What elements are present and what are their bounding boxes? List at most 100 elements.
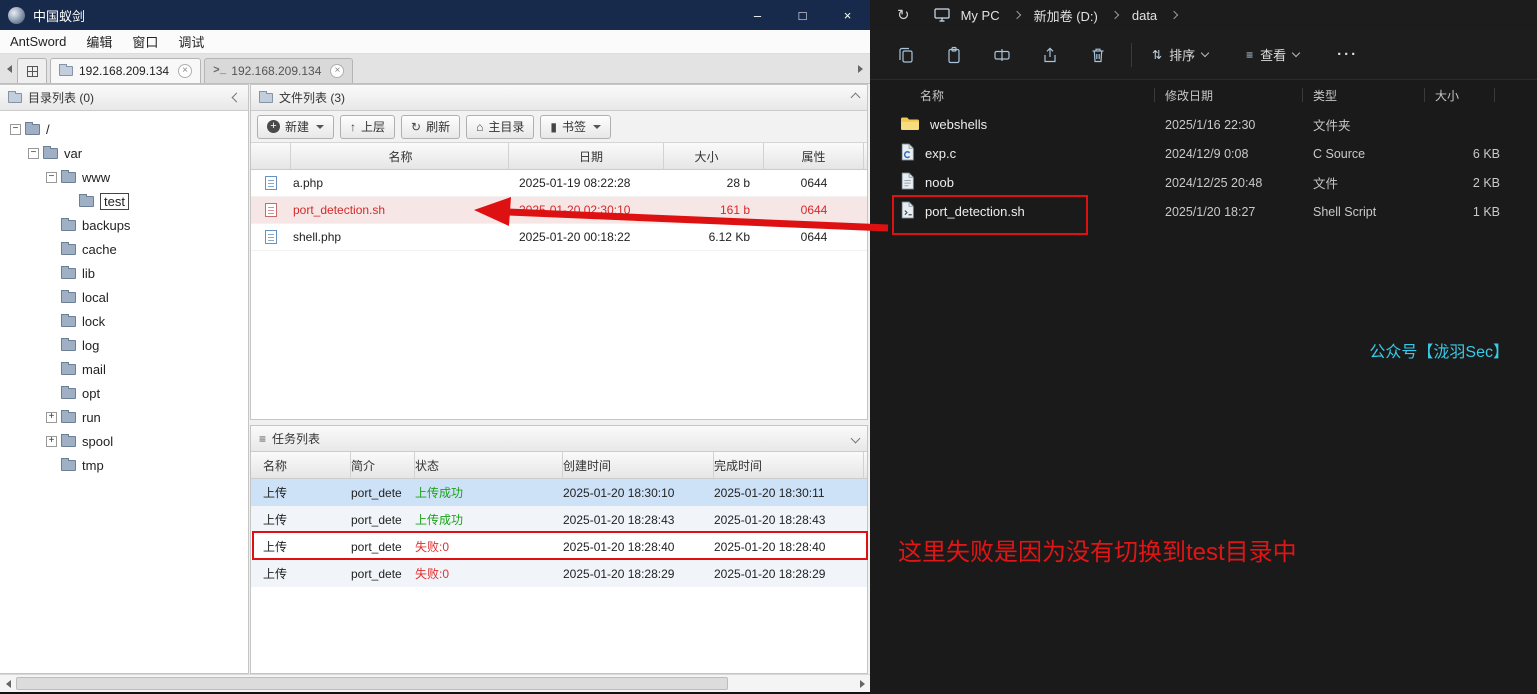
task-column-brief[interactable]: 简介 bbox=[351, 452, 415, 478]
shell-script-file-icon bbox=[900, 201, 915, 222]
paste-icon[interactable] bbox=[945, 46, 963, 64]
file-cell-date: 2025-01-19 08:22:28 bbox=[519, 176, 631, 190]
tree-item-backups[interactable]: backups bbox=[2, 213, 246, 237]
tree-item-www[interactable]: − www bbox=[2, 165, 246, 189]
task-row[interactable]: 上传 port_dete 上传成功 2025-01-20 18:30:10 20… bbox=[251, 479, 867, 506]
tab-close-icon[interactable]: × bbox=[330, 64, 345, 78]
refresh-icon[interactable]: ↻ bbox=[897, 6, 910, 24]
tree-item-var[interactable]: − var bbox=[2, 141, 246, 165]
task-row[interactable]: 上传 port_dete 上传成功 2025-01-20 18:28:43 20… bbox=[251, 506, 867, 533]
tree-item-lib[interactable]: lib bbox=[2, 261, 246, 285]
tree-item-run[interactable]: + run bbox=[2, 405, 246, 429]
tree-item-lock[interactable]: lock bbox=[2, 309, 246, 333]
home-directory-button[interactable]: ⌂ 主目录 bbox=[466, 114, 535, 139]
menu-item-edit[interactable]: 编辑 bbox=[76, 32, 122, 51]
folder-icon bbox=[25, 121, 40, 135]
tab-scroll-left-button[interactable] bbox=[2, 55, 17, 83]
task-column-finished[interactable]: 完成时间 bbox=[714, 452, 864, 478]
task-cell-brief: port_dete bbox=[351, 485, 402, 500]
more-options-button[interactable]: ··· bbox=[1337, 46, 1358, 63]
file-panel-header[interactable]: 文件列表 (3) bbox=[251, 85, 867, 111]
file-column-attr[interactable]: 属性 bbox=[764, 143, 864, 169]
scroll-right-button[interactable] bbox=[854, 675, 870, 693]
up-level-button[interactable]: ↑ 上层 bbox=[340, 114, 396, 139]
file-row-port-detection-sh[interactable]: port_detection.sh 2025-01-20 02:30:10 16… bbox=[251, 197, 867, 224]
task-cell-status: 失败:0 bbox=[415, 540, 450, 554]
task-column-status[interactable]: 状态 bbox=[415, 452, 563, 478]
tree-item-cache[interactable]: cache bbox=[2, 237, 246, 261]
file-column-date[interactable]: 日期 bbox=[509, 143, 664, 169]
explorer-row-noob[interactable]: noob 2024/12/25 20:48 文件 2 KB bbox=[870, 168, 1537, 197]
file-column-icon-header[interactable] bbox=[251, 143, 291, 169]
collapse-toggle-icon[interactable]: − bbox=[28, 147, 39, 159]
file-cell-icon bbox=[251, 203, 291, 217]
breadcrumb-my-pc[interactable]: My PC bbox=[959, 8, 1002, 23]
explorer-column-size[interactable]: 大小 bbox=[1435, 80, 1505, 110]
tree-item-log[interactable]: log bbox=[2, 333, 246, 357]
explorer-column-name[interactable]: 名称 bbox=[920, 80, 1165, 110]
collapse-panel-icon[interactable] bbox=[231, 92, 242, 103]
task-cell-name: 上传 bbox=[263, 540, 288, 554]
tree-item-tmp[interactable]: tmp bbox=[2, 453, 246, 477]
file-icon bbox=[900, 172, 915, 193]
delete-icon[interactable] bbox=[1089, 46, 1107, 64]
tree-item-mail[interactable]: mail bbox=[2, 357, 246, 381]
tab-close-icon[interactable]: × bbox=[178, 64, 193, 78]
expand-toggle-icon[interactable]: + bbox=[46, 411, 57, 423]
explorer-row-exp-c[interactable]: exp.c 2024/12/9 0:08 C Source 6 KB bbox=[870, 139, 1537, 168]
collapse-toggle-icon[interactable]: − bbox=[10, 123, 21, 135]
scrollbar-thumb[interactable] bbox=[16, 677, 728, 690]
menu-item-debug[interactable]: 调试 bbox=[168, 32, 214, 51]
menu-item-window[interactable]: 窗口 bbox=[122, 32, 168, 51]
explorer-row-webshells[interactable]: webshells 2025/1/16 22:30 文件夹 bbox=[870, 110, 1537, 139]
task-column-created[interactable]: 创建时间 bbox=[563, 452, 714, 478]
maximize-button[interactable]: □ bbox=[780, 0, 825, 30]
tree-item-spool[interactable]: + spool bbox=[2, 429, 246, 453]
home-button-label: 主目录 bbox=[488, 120, 525, 134]
tab-file-manager[interactable]: 192.168.209.134 × bbox=[50, 58, 202, 83]
close-button[interactable]: × bbox=[825, 0, 870, 30]
tree-item-label: var bbox=[64, 145, 83, 161]
breadcrumb-data[interactable]: data bbox=[1130, 8, 1159, 23]
file-row-shell-php[interactable]: shell.php 2025-01-20 00:18:22 6.12 Kb 06… bbox=[251, 224, 867, 251]
tab-grid-button[interactable] bbox=[17, 58, 47, 83]
task-row[interactable]: 上传 port_dete 失败:0 2025-01-20 18:28:29 20… bbox=[251, 560, 867, 587]
collapse-panel-icon[interactable] bbox=[850, 92, 861, 103]
tree-item-local[interactable]: local bbox=[2, 285, 246, 309]
expand-toggle-icon[interactable]: + bbox=[46, 435, 57, 447]
file-cell-attr: 0644 bbox=[800, 230, 828, 244]
refresh-button[interactable]: ↻ 刷新 bbox=[401, 114, 461, 139]
task-panel-header[interactable]: ≡ 任务列表 bbox=[251, 426, 867, 452]
chevron-right-icon bbox=[858, 65, 863, 73]
breadcrumb-drive-d[interactable]: 新加卷 (D:) bbox=[1032, 6, 1100, 25]
scroll-left-button[interactable] bbox=[0, 675, 16, 693]
explorer-row-port-detection-sh[interactable]: port_detection.sh 2025/1/20 18:27 Shell … bbox=[870, 197, 1537, 226]
task-row[interactable]: 上传 port_dete 失败:0 2025-01-20 18:28:40 20… bbox=[251, 533, 867, 560]
directory-panel-header[interactable]: 目录列表 (0) bbox=[0, 85, 248, 111]
tree-item-opt[interactable]: opt bbox=[2, 381, 246, 405]
horizontal-scrollbar[interactable] bbox=[0, 674, 870, 692]
file-row-a-php[interactable]: a.php 2025-01-19 08:22:28 28 b 0644 bbox=[251, 170, 867, 197]
task-column-name[interactable]: 名称 bbox=[251, 452, 351, 478]
menu-item-antsword[interactable]: AntSword bbox=[0, 34, 76, 49]
copy-icon[interactable] bbox=[897, 46, 915, 64]
file-column-size[interactable]: 大小 bbox=[664, 143, 764, 169]
tree-item-label: lib bbox=[82, 265, 96, 281]
collapse-panel-icon[interactable] bbox=[850, 433, 861, 444]
explorer-column-type[interactable]: 类型 bbox=[1313, 80, 1435, 110]
rename-icon[interactable] bbox=[993, 46, 1011, 64]
view-button[interactable]: ≡ 查看 bbox=[1246, 45, 1301, 64]
explorer-column-date[interactable]: 修改日期 bbox=[1165, 80, 1313, 110]
tree-item-test[interactable]: test bbox=[2, 189, 246, 213]
share-icon[interactable] bbox=[1041, 46, 1059, 64]
sort-button[interactable]: ⇅ 排序 bbox=[1152, 45, 1210, 64]
new-button[interactable]: + 新建 bbox=[257, 114, 335, 139]
c-source-file-icon bbox=[900, 143, 915, 164]
file-column-name[interactable]: 名称 bbox=[291, 143, 509, 169]
tree-item-root[interactable]: − / bbox=[2, 117, 246, 141]
minimize-button[interactable]: – bbox=[735, 0, 780, 30]
tab-terminal[interactable]: >_ 192.168.209.134 × bbox=[204, 58, 354, 83]
bookmark-button[interactable]: ▮ 书签 bbox=[540, 114, 611, 139]
tab-scroll-right-button[interactable] bbox=[853, 55, 868, 83]
collapse-toggle-icon[interactable]: − bbox=[46, 171, 57, 183]
